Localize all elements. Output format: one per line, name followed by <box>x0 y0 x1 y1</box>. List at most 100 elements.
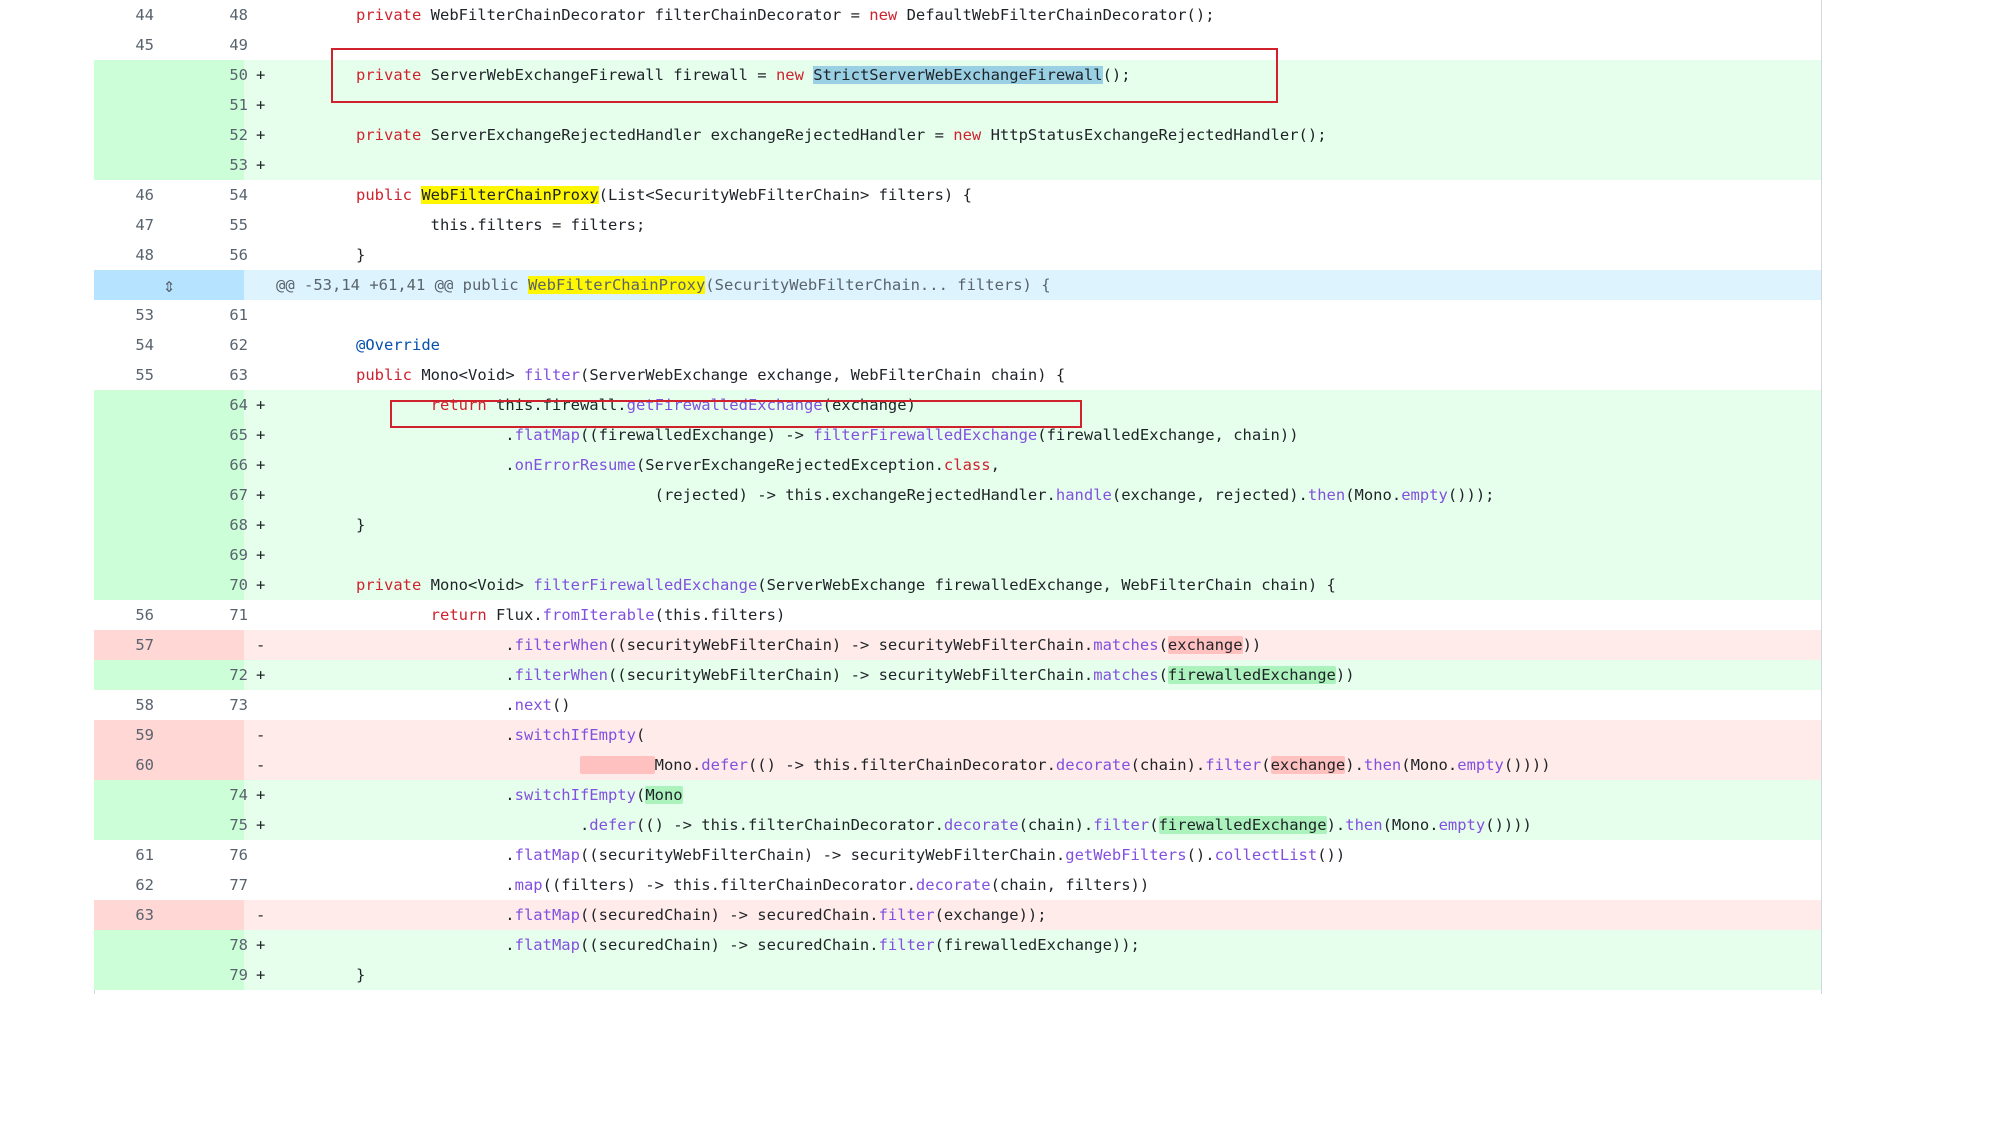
new-line-number[interactable]: 77 <box>170 870 248 900</box>
diff-line-added[interactable]: 78 + .flatMap((securedChain) -> securedC… <box>94 930 1821 960</box>
diff-line[interactable]: 46 54 public WebFilterChainProxy(List<Se… <box>94 180 1821 210</box>
code-segment: . <box>356 726 515 744</box>
old-line-number[interactable]: 47 <box>94 210 154 240</box>
search-highlight: WebFilterChainProxy <box>421 186 599 204</box>
old-line-number[interactable]: 45 <box>94 30 154 60</box>
old-line-number[interactable]: 57 <box>94 630 154 660</box>
old-line-number[interactable]: 59 <box>94 720 154 750</box>
hunk-text: @@ -53,14 +61,41 @@ public WebFilterChai… <box>276 270 1051 300</box>
code-text: .map((filters) -> this.filterChainDecora… <box>356 870 1149 900</box>
diff-line-added[interactable]: 69 + <box>94 540 1821 570</box>
diff-line-added[interactable]: 52 + private ServerExchangeRejectedHandl… <box>94 120 1821 150</box>
diff-line-removed[interactable]: 60 - Mono.defer(() -> this.filterChainDe… <box>94 750 1821 780</box>
diff-line[interactable]: 45 49 <box>94 30 1821 60</box>
new-line-number[interactable]: 78 <box>170 930 248 960</box>
old-line-number[interactable]: 48 <box>94 240 154 270</box>
new-line-number[interactable]: 50 <box>170 60 248 90</box>
diff-line-added[interactable]: 79 + } <box>94 960 1821 990</box>
old-line-number[interactable]: 54 <box>94 330 154 360</box>
method-name: filter <box>878 936 935 954</box>
old-line-number[interactable]: 53 <box>94 300 154 330</box>
code-text: private WebFilterChainDecorator filterCh… <box>356 0 1215 30</box>
old-line-number[interactable]: 58 <box>94 690 154 720</box>
diff-line[interactable]: 58 73 .next() <box>94 690 1821 720</box>
diff-line-removed[interactable]: 63 - .flatMap((securedChain) -> securedC… <box>94 900 1821 930</box>
code-segment: Mono<Void> <box>421 576 534 594</box>
expand-icon[interactable]: ⇕ <box>152 270 186 300</box>
new-line-number[interactable]: 64 <box>170 390 248 420</box>
new-line-number[interactable]: 76 <box>170 840 248 870</box>
old-line-number[interactable]: 56 <box>94 600 154 630</box>
new-line-number[interactable]: 53 <box>170 150 248 180</box>
diff-right-border <box>1821 0 1822 994</box>
diff-line[interactable]: 56 71 return Flux.fromIterable(this.filt… <box>94 600 1821 630</box>
diff-line-added[interactable]: 74 + .switchIfEmpty(Mono <box>94 780 1821 810</box>
diff-line-added[interactable]: 70 + private Mono<Void> filterFirewalled… <box>94 570 1821 600</box>
diff-line-added[interactable]: 67 + (rejected) -> this.exchangeRejected… <box>94 480 1821 510</box>
diff-line[interactable]: 53 61 <box>94 300 1821 330</box>
new-line-number[interactable]: 69 <box>170 540 248 570</box>
diff-line-removed[interactable]: 57 - .filterWhen((securityWebFilterChain… <box>94 630 1821 660</box>
diff-line-added[interactable]: 53 + <box>94 150 1821 180</box>
code-segment: (exchange) <box>822 396 916 414</box>
old-line-number[interactable]: 60 <box>94 750 154 780</box>
new-line-number[interactable]: 61 <box>170 300 248 330</box>
new-line-number[interactable]: 75 <box>170 810 248 840</box>
diff-line[interactable]: 47 55 this.filters = filters; <box>94 210 1821 240</box>
old-line-number[interactable]: 46 <box>94 180 154 210</box>
diff-sign: - <box>256 756 266 774</box>
code-segment: ( <box>1158 666 1168 684</box>
code-segment: (() -> this.filterChainDecorator. <box>635 816 944 834</box>
diff-line-added[interactable]: 64 + return this.firewall.getFirewalledE… <box>94 390 1821 420</box>
old-line-number[interactable]: 55 <box>94 360 154 390</box>
code-segment: (Mono. <box>1401 756 1458 774</box>
new-line-number[interactable]: 62 <box>170 330 248 360</box>
new-line-number[interactable]: 65 <box>170 420 248 450</box>
new-line-number[interactable]: 68 <box>170 510 248 540</box>
new-line-number[interactable]: 70 <box>170 570 248 600</box>
old-line-number[interactable]: 63 <box>94 900 154 930</box>
diff-line-added[interactable]: 50 + private ServerWebExchangeFirewall f… <box>94 60 1821 90</box>
method-name: empty <box>1401 486 1448 504</box>
diff-line[interactable]: 55 63 public Mono<Void> filter(ServerWeb… <box>94 360 1821 390</box>
old-line-number[interactable]: 61 <box>94 840 154 870</box>
new-line-number[interactable]: 52 <box>170 120 248 150</box>
code-segment: DefaultWebFilterChainDecorator(); <box>897 6 1215 24</box>
diff-line[interactable]: 62 77 .map((filters) -> this.filterChain… <box>94 870 1821 900</box>
diff-line[interactable]: 44 48 private WebFilterChainDecorator fi… <box>94 0 1821 30</box>
new-line-number[interactable]: 79 <box>170 960 248 990</box>
old-line-number[interactable]: 62 <box>94 870 154 900</box>
new-line-number[interactable]: 56 <box>170 240 248 270</box>
new-line-number[interactable]: 55 <box>170 210 248 240</box>
new-line-number[interactable]: 54 <box>170 180 248 210</box>
old-line-number[interactable]: 44 <box>94 0 154 30</box>
method-name: empty <box>1438 816 1486 834</box>
new-line-number[interactable]: 63 <box>170 360 248 390</box>
diff-line-added[interactable]: 65 + .flatMap((firewalledExchange) -> fi… <box>94 420 1821 450</box>
diff-line-added[interactable]: 75 + .defer(() -> this.filterChainDecora… <box>94 810 1821 840</box>
diff-sign: - <box>256 636 266 654</box>
diff-line[interactable]: 48 56 } <box>94 240 1821 270</box>
diff-line-added[interactable]: 68 + } <box>94 510 1821 540</box>
diff-line-added[interactable]: 51 + <box>94 90 1821 120</box>
new-line-number[interactable]: 71 <box>170 600 248 630</box>
diff-line[interactable]: 54 62 @Override <box>94 330 1821 360</box>
new-line-number[interactable]: 74 <box>170 780 248 810</box>
diff-line[interactable]: 61 76 .flatMap((securityWebFilterChain) … <box>94 840 1821 870</box>
diff-line-removed[interactable]: 59 - .switchIfEmpty( <box>94 720 1821 750</box>
diff-line-added[interactable]: 72 + .filterWhen((securityWebFilterChain… <box>94 660 1821 690</box>
new-line-number[interactable]: 73 <box>170 690 248 720</box>
code-segment: . <box>356 426 515 444</box>
diff-line-added[interactable]: 66 + .onErrorResume(ServerExchangeReject… <box>94 450 1821 480</box>
new-line-number[interactable]: 49 <box>170 30 248 60</box>
code-segment: (exchange, rejected). <box>1111 486 1308 504</box>
search-highlight: WebFilterChainProxy <box>527 276 706 294</box>
new-line-number[interactable]: 66 <box>170 450 248 480</box>
new-line-number[interactable]: 48 <box>170 0 248 30</box>
new-line-number[interactable]: 51 <box>170 90 248 120</box>
new-line-number[interactable]: 72 <box>170 660 248 690</box>
method-name: filter <box>878 906 935 924</box>
method-name: flatMap <box>514 936 580 954</box>
new-line-number[interactable]: 67 <box>170 480 248 510</box>
